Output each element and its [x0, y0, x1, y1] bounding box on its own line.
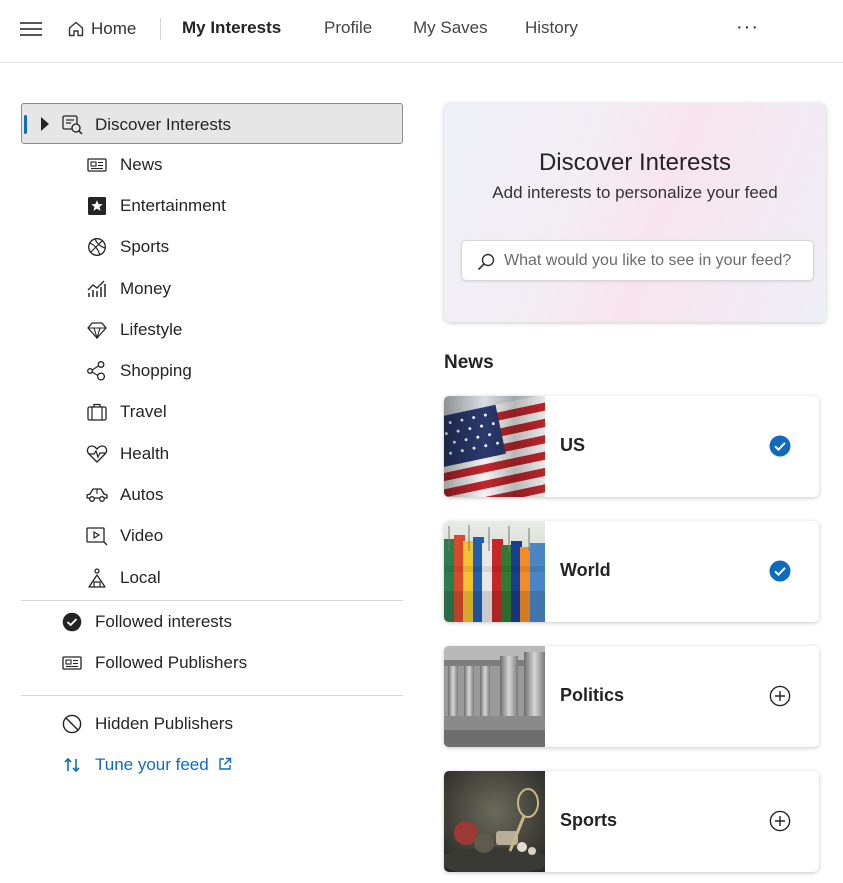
sidebar-item-label: Hidden Publishers [95, 713, 233, 733]
tab-my-saves[interactable]: My Saves [413, 18, 488, 38]
followed-check-icon[interactable] [768, 559, 792, 583]
topic-name: Politics [560, 685, 625, 705]
sidebar-item-label: Travel [120, 402, 167, 422]
sidebar-item-label: Local [120, 567, 161, 587]
diamond-icon [86, 319, 108, 341]
tab-history[interactable]: History [525, 18, 578, 38]
home-link[interactable]: Home [67, 16, 136, 42]
sidebar-item-local[interactable]: Local [21, 557, 403, 598]
video-icon [86, 525, 108, 547]
home-label: Home [91, 19, 137, 38]
topic-card-politics[interactable]: Politics [444, 646, 819, 747]
car-icon [86, 484, 108, 506]
discover-icon [62, 115, 83, 135]
home-icon [68, 21, 84, 37]
sidebar-item-label: Autos [120, 485, 164, 505]
more-options-icon[interactable]: ··· [736, 16, 759, 39]
topic-name: Sports [560, 810, 618, 830]
block-icon [61, 713, 83, 735]
sidebar-item-label: Shopping [120, 361, 192, 381]
newspaper-icon [86, 154, 108, 176]
chart-icon [86, 278, 108, 300]
discover-hero-card: Discover Interests Add interests to pers… [444, 103, 826, 322]
star-icon [86, 195, 108, 217]
sort-arrows-icon [61, 754, 83, 776]
sports-equipment-image [444, 771, 545, 872]
sidebar-item-lifestyle[interactable]: Lifestyle [21, 309, 403, 350]
sidebar-item-travel[interactable]: Travel [21, 392, 403, 433]
topic-card-us[interactable]: US [444, 396, 819, 497]
world-flags-image [444, 521, 545, 622]
hero-title: Discover Interests [538, 149, 732, 176]
sidebar-item-shopping[interactable]: Shopping [21, 350, 403, 391]
nav-separator [160, 18, 161, 40]
followed-check-icon[interactable] [768, 434, 792, 458]
heart-pulse-icon [86, 443, 108, 465]
search-icon [477, 253, 495, 271]
sidebar-item-sports[interactable]: Sports [21, 227, 403, 268]
local-icon [86, 567, 108, 589]
news-section-title: News [444, 352, 494, 373]
sidebar-item-label: Sports [120, 237, 170, 257]
ball-icon [86, 236, 108, 258]
topic-name: US [560, 435, 586, 455]
shopping-icon [86, 360, 108, 382]
side-nav: Discover Interests News Entertainment Sp… [21, 103, 403, 785]
sidebar-item-label: Discover Interests [95, 115, 232, 134]
sidebar-item-autos[interactable]: Autos [21, 474, 403, 515]
sidebar-item-label: Followed interests [95, 611, 233, 631]
hamburger-menu-icon[interactable] [20, 22, 42, 38]
interest-search-box[interactable] [461, 240, 814, 281]
sidebar-item-news[interactable]: News [21, 144, 403, 185]
add-plus-icon[interactable] [768, 809, 792, 833]
top-nav: Home My Interests Profile My Saves Histo… [0, 0, 843, 63]
topic-name: World [560, 560, 611, 580]
sidebar-item-followed-publishers[interactable]: Followed Publishers [21, 642, 403, 683]
tab-profile[interactable]: Profile [324, 18, 372, 38]
topic-card-world[interactable]: World [444, 521, 819, 622]
sidebar-item-discover-interests[interactable]: Discover Interests [21, 103, 403, 144]
sidebar-item-health[interactable]: Health [21, 433, 403, 474]
suitcase-icon [86, 401, 108, 423]
us-flag-image [444, 396, 545, 497]
sidebar-item-label: Health [120, 443, 170, 463]
sidebar-item-label: News [120, 154, 163, 174]
sidebar-item-hidden-publishers[interactable]: Hidden Publishers [21, 703, 403, 744]
tune-feed-link[interactable]: Tune your feed [21, 744, 403, 785]
sidebar-item-entertainment[interactable]: Entertainment [21, 185, 403, 226]
check-circle-icon [61, 611, 83, 633]
add-plus-icon[interactable] [768, 684, 792, 708]
sidebar-item-label: Entertainment [120, 195, 226, 215]
selection-indicator [24, 115, 27, 134]
sidebar-item-followed-interests[interactable]: Followed interests [21, 601, 403, 642]
hero-subtitle: Add interests to personalize your feed [492, 183, 778, 202]
sidebar-item-label: Followed Publishers [95, 652, 248, 672]
sidebar-item-video[interactable]: Video [21, 516, 403, 557]
topic-card-sports[interactable]: Sports [444, 771, 819, 872]
politics-columns-image [444, 646, 545, 747]
external-link-icon [219, 757, 232, 770]
tune-feed-label: Tune your feed [95, 755, 232, 775]
tune-feed-text: Tune your feed [95, 754, 209, 774]
search-input[interactable] [504, 249, 809, 273]
sidebar-item-label: Video [120, 526, 164, 546]
sidebar-item-label: Money [120, 278, 172, 298]
tab-my-interests[interactable]: My Interests [182, 18, 281, 38]
newspaper-icon [61, 652, 83, 674]
sidebar-item-money[interactable]: Money [21, 268, 403, 309]
sidebar-divider [21, 695, 403, 697]
sidebar-item-label: Lifestyle [120, 319, 183, 339]
expand-caret-icon[interactable] [41, 117, 49, 131]
